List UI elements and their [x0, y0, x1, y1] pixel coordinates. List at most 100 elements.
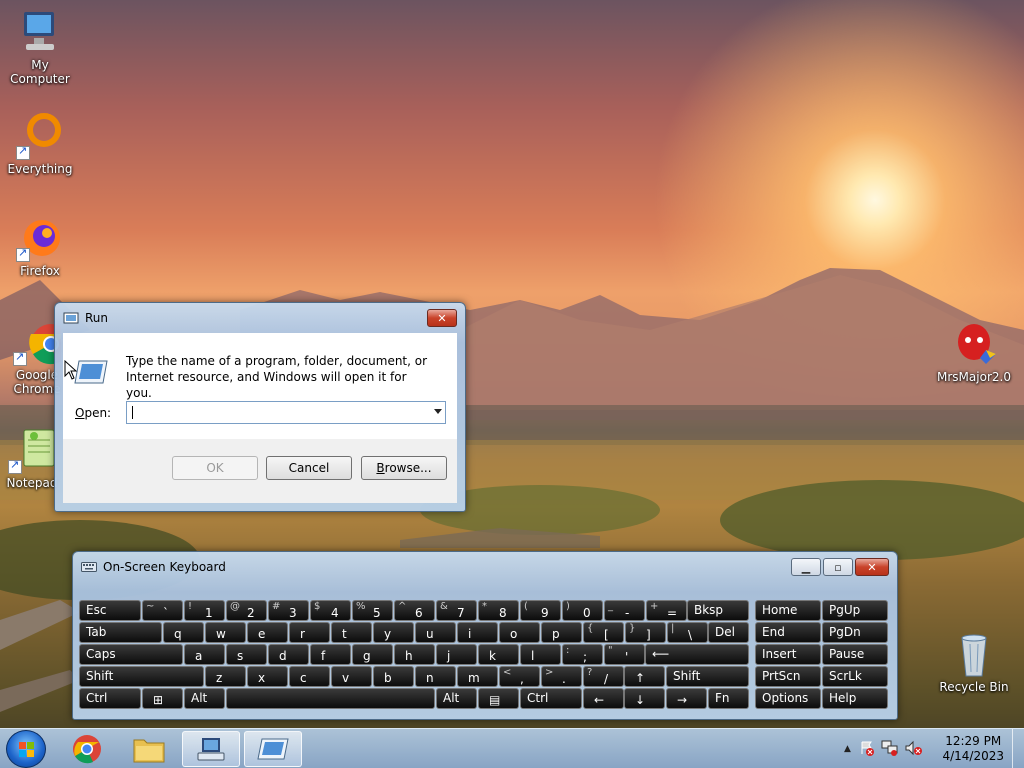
key-z[interactable]: z: [205, 666, 246, 687]
key-bracket-1[interactable]: }]: [625, 622, 666, 643]
key-8[interactable]: * 8: [478, 600, 519, 621]
cancel-button[interactable]: Cancel: [266, 456, 352, 480]
key-home[interactable]: Home: [755, 600, 821, 621]
ok-button[interactable]: OK: [172, 456, 258, 480]
key-shift-right[interactable]: Shift: [666, 666, 749, 687]
key-pgdn[interactable]: PgDn: [822, 622, 888, 643]
key-1[interactable]: ! 1: [184, 600, 225, 621]
key-down-arrow[interactable]: ↓: [624, 688, 665, 709]
key-up-arrow[interactable]: ↑: [624, 666, 665, 687]
key-5[interactable]: % 5: [352, 600, 393, 621]
key-tab[interactable]: Tab: [79, 622, 162, 643]
key-o[interactable]: o: [499, 622, 540, 643]
desktop-icon-my-computer[interactable]: My Computer: [0, 8, 80, 86]
key-space[interactable]: [226, 688, 435, 709]
key-help[interactable]: Help: [822, 688, 888, 709]
taskbar-run[interactable]: [244, 731, 302, 767]
key-3[interactable]: #3: [268, 600, 309, 621]
show-desktop-button[interactable]: [1012, 729, 1024, 768]
desktop-icon-recycle-bin[interactable]: Recycle Bin: [934, 630, 1014, 694]
open-combobox[interactable]: [126, 401, 446, 424]
key-ctrl-right[interactable]: Ctrl: [520, 688, 582, 709]
key-backspace[interactable]: Bksp: [687, 600, 749, 621]
network-icon[interactable]: [881, 740, 899, 759]
key-caps[interactable]: Caps: [79, 644, 183, 665]
key-punct2-0[interactable]: <,: [499, 666, 540, 687]
key-t[interactable]: t: [331, 622, 372, 643]
taskbar-on-screen-keyboard[interactable]: [182, 731, 240, 767]
osk-titlebar[interactable]: On-Screen Keyboard: [73, 552, 897, 582]
key-windows[interactable]: ⊞: [142, 688, 183, 709]
key-options[interactable]: Options: [755, 688, 821, 709]
key-9[interactable]: (9: [520, 600, 561, 621]
key-punct2-1[interactable]: >.: [541, 666, 582, 687]
key-n[interactable]: n: [415, 666, 456, 687]
osk-close-button[interactable]: ✕: [855, 558, 889, 576]
key-m[interactable]: m: [457, 666, 498, 687]
chevron-down-icon[interactable]: [434, 409, 442, 414]
start-button[interactable]: [6, 730, 46, 768]
key-y[interactable]: y: [373, 622, 414, 643]
key-p[interactable]: p: [541, 622, 582, 643]
desktop-icon-mrsmajor[interactable]: MrsMajor2.0: [934, 320, 1014, 384]
show-hidden-icons-button[interactable]: ▲: [844, 744, 851, 754]
minimize-button[interactable]: ▁: [791, 558, 821, 576]
key-4[interactable]: $4: [310, 600, 351, 621]
desktop-icon-firefox[interactable]: Firefox: [0, 214, 80, 278]
key-k[interactable]: k: [478, 644, 519, 665]
key-u[interactable]: u: [415, 622, 456, 643]
key-q[interactable]: q: [163, 622, 204, 643]
key-esc[interactable]: Esc: [79, 600, 141, 621]
key-6[interactable]: ^ 6: [394, 600, 435, 621]
taskbar-explorer[interactable]: [120, 731, 178, 767]
key-bracket-2[interactable]: | \: [667, 622, 708, 643]
key-b[interactable]: b: [373, 666, 414, 687]
key-g[interactable]: g: [352, 644, 393, 665]
key-i[interactable]: i: [457, 622, 498, 643]
key-bracket-0[interactable]: {[: [583, 622, 624, 643]
taskbar-chrome[interactable]: [58, 731, 116, 767]
open-input[interactable]: [127, 402, 423, 423]
desktop-icon-everything[interactable]: Everything: [0, 112, 80, 176]
key-alt-right[interactable]: Alt: [436, 688, 477, 709]
key-w[interactable]: w: [205, 622, 246, 643]
key-j[interactable]: j: [436, 644, 477, 665]
run-close-button[interactable]: ✕: [427, 309, 457, 327]
action-center-icon[interactable]: [859, 740, 875, 759]
key-=[interactable]: + =: [646, 600, 687, 621]
clock[interactable]: 12:29 PM 4/14/2023: [942, 734, 1004, 764]
key-d[interactable]: d: [268, 644, 309, 665]
key-x[interactable]: x: [247, 666, 288, 687]
key-l[interactable]: l: [520, 644, 561, 665]
key-v[interactable]: v: [331, 666, 372, 687]
key-insert[interactable]: Insert: [755, 644, 821, 665]
key-0[interactable]: ) 0: [562, 600, 603, 621]
key-menu[interactable]: ▤: [478, 688, 519, 709]
key-s[interactable]: s: [226, 644, 267, 665]
key-f[interactable]: f: [310, 644, 351, 665]
browse-button[interactable]: Browse...: [361, 456, 447, 480]
key--[interactable]: _ -: [604, 600, 645, 621]
key-right-arrow[interactable]: →: [666, 688, 707, 709]
key-alt-left[interactable]: Alt: [184, 688, 225, 709]
key-pause[interactable]: Pause: [822, 644, 888, 665]
run-titlebar[interactable]: Run: [55, 303, 465, 333]
key-enter[interactable]: ⟵: [645, 644, 749, 665]
key-7[interactable]: & 7: [436, 600, 477, 621]
volume-muted-icon[interactable]: [905, 740, 923, 759]
key-e[interactable]: e: [247, 622, 288, 643]
key-h[interactable]: h: [394, 644, 435, 665]
key-punct-1[interactable]: " ': [604, 644, 645, 665]
key-r[interactable]: r: [289, 622, 330, 643]
key-pgup[interactable]: PgUp: [822, 600, 888, 621]
key-ctrl-left[interactable]: Ctrl: [79, 688, 141, 709]
key-fn[interactable]: Fn: [708, 688, 749, 709]
key-a[interactable]: a: [184, 644, 225, 665]
key-c[interactable]: c: [289, 666, 330, 687]
key-scrlk[interactable]: ScrLk: [822, 666, 888, 687]
key-2[interactable]: @2: [226, 600, 267, 621]
key-punct2-2[interactable]: ? /: [583, 666, 624, 687]
maximize-button[interactable]: ▫: [823, 558, 853, 576]
key-punct-0[interactable]: :;: [562, 644, 603, 665]
key-prtscn[interactable]: PrtScn: [755, 666, 821, 687]
